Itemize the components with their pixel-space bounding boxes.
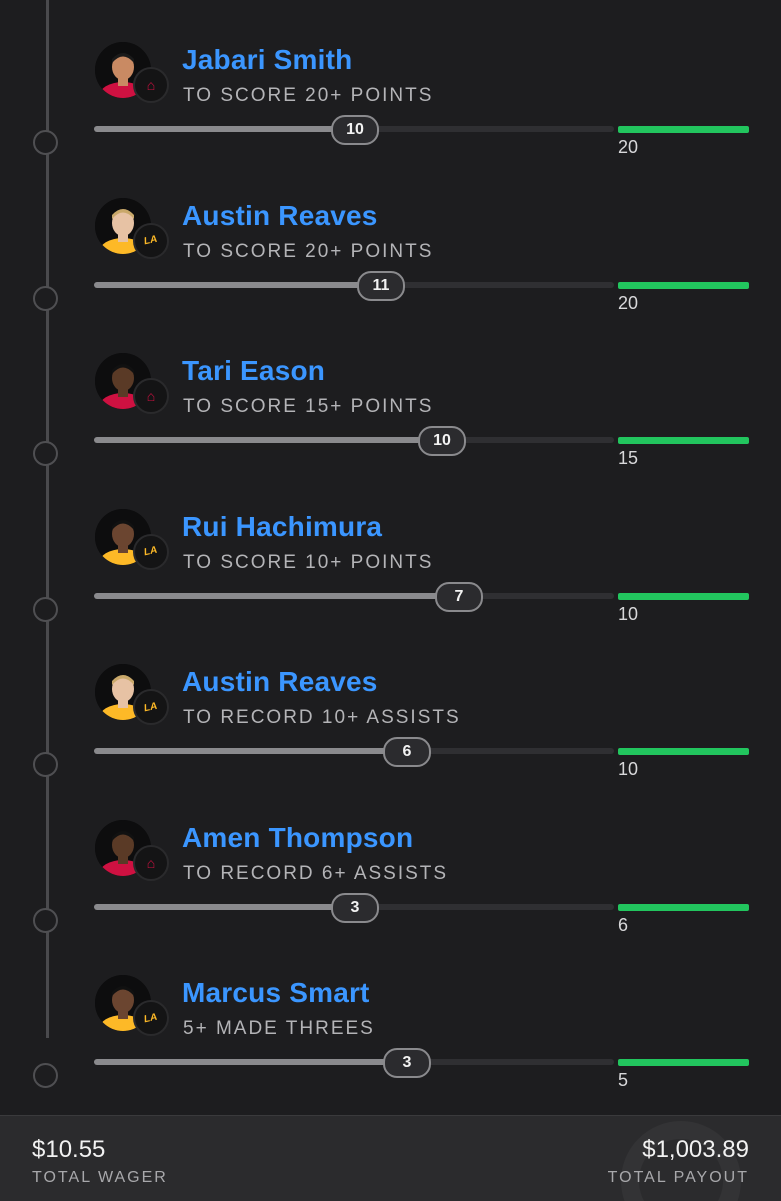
rockets-logo-icon: ⌂ <box>133 844 169 881</box>
parlay-leg[interactable]: LA Austin Reaves TO RECORD 10+ ASSISTS 6… <box>0 664 781 819</box>
player-name[interactable]: Austin Reaves <box>182 200 378 232</box>
progress-track <box>94 281 614 288</box>
timeline-node <box>33 752 58 777</box>
player-name[interactable]: Amen Thompson <box>182 822 413 854</box>
player-name[interactable]: Rui Hachimura <box>182 511 382 543</box>
lakers-logo-icon: LA <box>133 1000 169 1036</box>
timeline-node <box>33 130 58 155</box>
prop-description: TO SCORE 20+ POINTS <box>183 240 434 262</box>
target-bar <box>618 592 749 600</box>
player-name[interactable]: Jabari Smith <box>182 44 352 76</box>
target-bar <box>618 281 749 289</box>
progress-fill <box>94 126 354 132</box>
player-name[interactable]: Marcus Smart <box>182 977 370 1009</box>
current-stat-badge: 6 <box>383 737 431 767</box>
current-stat-badge: 10 <box>418 426 466 456</box>
target-bar <box>618 903 749 911</box>
progress-track <box>94 1059 614 1065</box>
progress-fill <box>94 437 441 443</box>
progress-track <box>94 748 614 754</box>
prop-description: TO SCORE 15+ POINTS <box>183 396 434 417</box>
prop-description: 5+ MADE THREES <box>183 1018 375 1039</box>
lakers-logo-icon: LA <box>133 533 169 570</box>
timeline-node <box>33 596 58 622</box>
target-value: 20 <box>618 292 639 313</box>
total-payout-label: TOTAL PAYOUT <box>607 1169 749 1186</box>
parlay-leg[interactable]: LA Marcus Smart 5+ MADE THREES 3 5 <box>0 975 781 1130</box>
target-bar <box>618 748 749 755</box>
prop-description: TO SCORE 20+ POINTS <box>183 85 434 106</box>
current-stat-badge: 10 <box>331 115 379 145</box>
parlay-leg[interactable]: ⌂ Tari Eason TO SCORE 15+ POINTS 10 15 <box>0 353 781 508</box>
lakers-logo-icon: LA <box>133 689 169 725</box>
prop-description: TO SCORE 10+ POINTS <box>183 551 434 573</box>
rockets-logo-icon: ⌂ <box>133 67 169 103</box>
total-wager-label: TOTAL WAGER <box>32 1169 168 1186</box>
target-bar <box>618 1059 749 1066</box>
current-stat-badge: 7 <box>435 581 483 612</box>
progress-fill <box>94 903 354 910</box>
progress-fill <box>94 281 380 288</box>
timeline-node <box>33 907 58 933</box>
bet-summary-footer: $10.55 TOTAL WAGER $1,003.89 TOTAL PAYOU… <box>0 1115 781 1201</box>
current-stat-badge: 3 <box>331 892 379 923</box>
current-stat-badge: 3 <box>383 1048 431 1078</box>
total-wager-amount: $10.55 <box>32 1136 106 1163</box>
parlay-leg[interactable]: LA Austin Reaves TO SCORE 20+ POINTS 11 … <box>0 197 781 353</box>
target-value: 10 <box>618 603 639 624</box>
progress-track <box>94 437 614 443</box>
target-value: 20 <box>618 137 639 157</box>
progress-fill <box>94 592 458 599</box>
player-name[interactable]: Tari Eason <box>182 355 325 387</box>
parlay-leg[interactable]: LA Rui Hachimura TO SCORE 10+ POINTS 7 1… <box>0 508 781 664</box>
progress-fill <box>94 748 406 754</box>
target-bar <box>618 126 749 133</box>
target-value: 6 <box>618 914 629 935</box>
progress-track <box>94 592 614 599</box>
current-stat-badge: 11 <box>357 270 405 301</box>
progress-fill <box>94 1059 406 1065</box>
parlay-leg[interactable]: ⌂ Jabari Smith TO SCORE 20+ POINTS 10 20 <box>0 42 781 197</box>
lakers-logo-icon: LA <box>133 222 169 259</box>
prop-description: TO RECORD 6+ ASSISTS <box>183 862 449 884</box>
timeline-node <box>33 1063 58 1088</box>
total-payout-amount: $1,003.89 <box>642 1136 749 1163</box>
target-value: 10 <box>618 759 639 779</box>
timeline-node <box>33 285 58 311</box>
target-bar <box>618 437 749 444</box>
prop-description: TO RECORD 10+ ASSISTS <box>183 707 461 728</box>
player-name[interactable]: Austin Reaves <box>182 666 378 698</box>
rockets-logo-icon: ⌂ <box>133 378 169 414</box>
target-value: 5 <box>618 1070 629 1090</box>
timeline-node <box>33 441 58 466</box>
target-value: 15 <box>618 448 639 468</box>
parlay-leg[interactable]: ⌂ Amen Thompson TO RECORD 6+ ASSISTS 3 6 <box>0 819 781 975</box>
